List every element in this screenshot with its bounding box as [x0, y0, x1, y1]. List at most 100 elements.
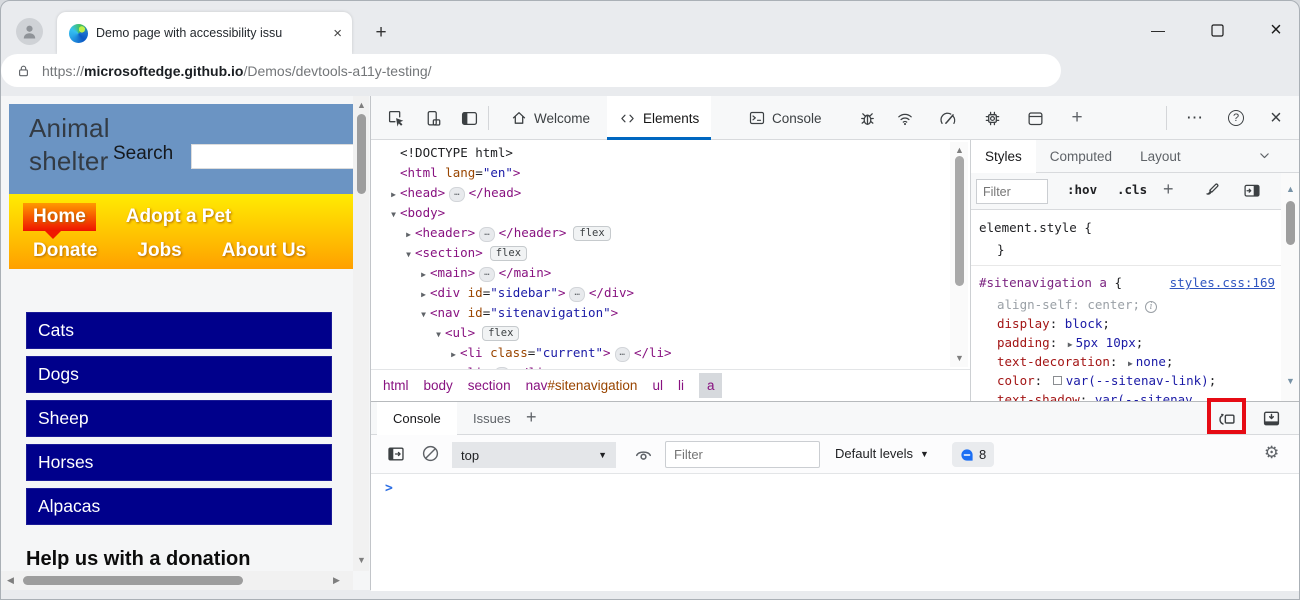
css-property[interactable]: text-decoration: ▶ none; [979, 352, 1281, 371]
show-more-icon[interactable]: … [479, 227, 495, 242]
breadcrumb-item-li[interactable]: li [678, 378, 684, 393]
tab-computed[interactable]: Computed [1036, 140, 1126, 173]
issues-bug-icon[interactable] [858, 109, 876, 127]
window-close-button[interactable]: × [1265, 19, 1287, 41]
scroll-down-icon[interactable]: ▼ [1286, 377, 1295, 386]
twisty-icon[interactable]: ▼ [432, 325, 445, 345]
inspect-element-icon[interactable] [387, 109, 405, 127]
rule-selector[interactable]: #sitenavigation a {styles.css:169 [979, 273, 1281, 295]
nav-link-home[interactable]: Home [23, 203, 96, 239]
new-tab-button[interactable]: + [370, 22, 392, 44]
help-icon[interactable]: ? [1227, 109, 1245, 127]
scroll-right-icon[interactable]: ▶ [333, 576, 340, 585]
css-property[interactable]: display: block; [979, 314, 1281, 333]
minimize-button[interactable]: — [1147, 19, 1169, 41]
console-filter-input[interactable] [665, 441, 820, 468]
css-property[interactable]: color: var(--sitenav-link); [979, 371, 1281, 390]
css-property[interactable]: align-self: center; i [979, 295, 1281, 314]
twisty-icon[interactable]: ▶ [417, 265, 430, 285]
pet-button-alpacas[interactable]: Alpacas [26, 488, 332, 525]
tab-close-icon[interactable]: × [333, 26, 342, 41]
elements-scroll-thumb[interactable] [955, 156, 964, 286]
memory-icon[interactable] [983, 109, 1001, 127]
chevron-down-icon[interactable] [1258, 149, 1271, 162]
scroll-down-icon[interactable]: ▼ [955, 354, 964, 363]
vertical-scroll-thumb[interactable] [357, 114, 366, 194]
elements-scrollbar[interactable]: ▲ ▼ [950, 142, 968, 367]
url-input[interactable]: https://microsoftedge.github.io/Demos/de… [1, 54, 1061, 87]
scroll-left-icon[interactable]: ◀ [7, 576, 14, 585]
dom-tree-node[interactable]: <!DOCTYPE html> [371, 143, 970, 163]
class-toggle[interactable]: .cls [1117, 182, 1147, 197]
breadcrumb-item-body[interactable]: body [424, 378, 453, 393]
twisty-icon[interactable]: ▶ [387, 185, 400, 205]
dom-tree-node[interactable]: ▶ <li class="current">… </li> [371, 343, 970, 363]
styles-scrollbar[interactable]: ▲ ▼ [1281, 173, 1299, 401]
breadcrumb-item-html[interactable]: html [383, 378, 409, 393]
performance-icon[interactable] [939, 109, 957, 127]
pet-button-sheep[interactable]: Sheep [26, 400, 332, 437]
dom-tree-node[interactable]: ▼ <body> [371, 203, 970, 223]
stylesheet-link[interactable]: styles.css:169 [1170, 273, 1275, 292]
add-drawer-tab-icon[interactable]: + [526, 407, 537, 428]
tab-layout[interactable]: Layout [1126, 140, 1195, 173]
search-input[interactable] [191, 144, 354, 169]
live-expression-icon[interactable] [634, 445, 653, 463]
breadcrumb-item-section[interactable]: section [468, 378, 511, 393]
console-output[interactable]: > [371, 474, 1299, 591]
tab-issues[interactable]: Issues [457, 402, 527, 435]
dom-tree-node[interactable]: ▶ <div id="sidebar">… </div> [371, 283, 970, 303]
twisty-icon[interactable]: ▶ [417, 285, 430, 305]
network-conditions-icon[interactable] [896, 109, 914, 127]
scroll-down-icon[interactable]: ▼ [357, 556, 366, 565]
dom-tree-node[interactable]: ▶ <header>… </header> flex [371, 223, 970, 243]
new-style-rule-icon[interactable]: + [1163, 179, 1174, 200]
browser-tab[interactable]: Demo page with accessibility issu × [57, 12, 352, 54]
twisty-icon[interactable]: ▼ [417, 305, 430, 325]
pet-button-horses[interactable]: Horses [26, 444, 332, 481]
dom-tree-node[interactable]: ▼ <nav id="sitenavigation"> [371, 303, 970, 323]
format-brush-icon[interactable] [1203, 182, 1220, 199]
show-more-icon[interactable]: … [449, 187, 465, 202]
breadcrumb-item-a[interactable]: a [698, 373, 723, 398]
dom-tree-node[interactable]: <html lang="en"> [371, 163, 970, 183]
twisty-icon[interactable]: ▼ [387, 205, 400, 225]
pseudo-state-toggle[interactable]: :hov [1067, 182, 1097, 197]
console-settings-gear-icon[interactable]: ⚙ [1264, 443, 1279, 463]
twisty-icon[interactable]: ▶ [447, 345, 460, 365]
more-panels-icon[interactable]: + [1068, 107, 1086, 128]
breadcrumb-item-nav[interactable]: nav#sitenavigation [526, 378, 638, 393]
flex-badge[interactable]: flex [489, 246, 528, 261]
tab-welcome[interactable]: Welcome [499, 96, 602, 140]
dom-tree-node[interactable]: ▶ <main>… </main> [371, 263, 970, 283]
show-more-icon[interactable]: … [614, 347, 630, 362]
scroll-up-icon[interactable]: ▲ [1286, 185, 1295, 194]
tab-styles[interactable]: Styles [971, 140, 1036, 173]
clear-console-icon[interactable] [421, 444, 440, 463]
pet-button-cats[interactable]: Cats [26, 312, 332, 349]
nav-link-adopt-a-pet[interactable]: Adopt a Pet [116, 203, 242, 231]
tab-console[interactable]: Console [737, 96, 834, 140]
info-icon[interactable]: i [1145, 301, 1158, 313]
scroll-up-icon[interactable]: ▲ [357, 101, 366, 110]
breadcrumb-item-ul[interactable]: ul [652, 378, 663, 393]
issues-count-badge[interactable]: 8 [952, 442, 995, 467]
device-emulation-icon[interactable] [423, 109, 441, 127]
javascript-context-select[interactable]: top ▼ [452, 442, 616, 468]
toggle-sidebar-icon[interactable] [1243, 182, 1261, 199]
activity-bar-icon[interactable] [460, 109, 478, 127]
profile-avatar[interactable] [16, 18, 43, 45]
dom-tree-node[interactable]: ▼ <ul> flex [371, 323, 970, 343]
styles-filter-input[interactable] [976, 179, 1048, 204]
page-horizontal-scrollbar[interactable]: ◀ ▶ [1, 571, 353, 590]
scroll-up-icon[interactable]: ▲ [955, 146, 964, 155]
show-more-icon[interactable]: … [569, 287, 585, 302]
console-sidebar-icon[interactable] [387, 445, 405, 463]
css-property[interactable]: padding: ▶ 5px 10px; [979, 333, 1281, 352]
page-vertical-scrollbar[interactable]: ▲ ▼ [353, 96, 369, 571]
dom-tree-node[interactable]: ▶ <head>… </head> [371, 183, 970, 203]
close-drawer-icon[interactable] [1262, 409, 1281, 428]
color-swatch[interactable] [1052, 376, 1062, 385]
dom-tree-node[interactable]: ▼ <section> flex [371, 243, 970, 263]
twisty-icon[interactable]: ▼ [402, 245, 415, 265]
